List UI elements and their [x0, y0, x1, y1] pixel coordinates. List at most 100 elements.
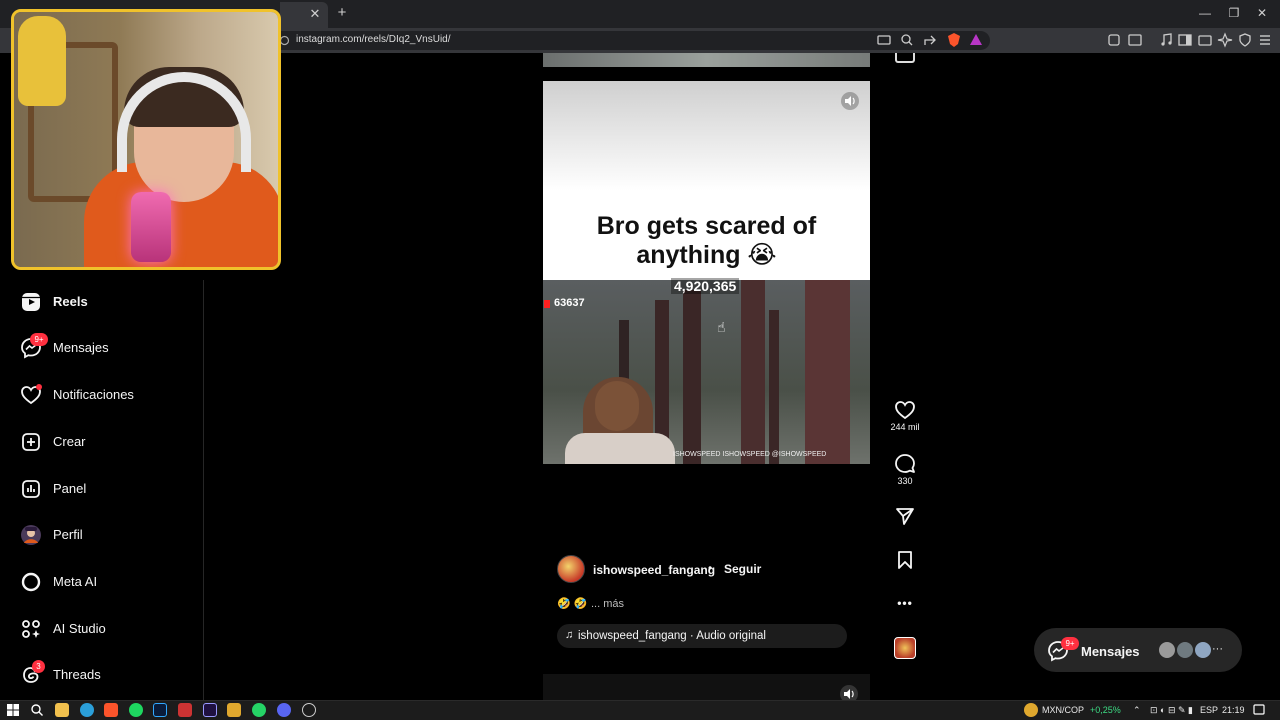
left-navigation: Reels 9+ Mensajes Notificaciones Crear P…	[0, 280, 204, 700]
premiere-icon[interactable]	[203, 703, 217, 717]
discord-icon[interactable]	[277, 703, 291, 717]
cast-icon[interactable]	[876, 32, 892, 48]
nav-label: Perfil	[53, 527, 83, 542]
window-minimize-button[interactable]: —	[1195, 4, 1215, 22]
mouse-cursor: ☝	[717, 319, 726, 335]
vpn-shield-icon[interactable]	[1237, 32, 1253, 48]
app-icon[interactable]	[178, 703, 192, 717]
ticker-symbol[interactable]: MXN/COP	[1042, 705, 1084, 715]
nav-item-reels[interactable]: Reels	[16, 285, 196, 321]
author-avatar[interactable]	[557, 555, 585, 583]
author-separator: •	[708, 561, 713, 575]
share-icon[interactable]	[922, 32, 938, 48]
url-text[interactable]: instagram.com/reels/DIq2_VnsUid/	[296, 34, 451, 45]
ticker-icon[interactable]	[1024, 703, 1038, 717]
message-avatar[interactable]	[1175, 640, 1195, 660]
like-button[interactable]: 244 mil	[889, 400, 921, 432]
reel-caption-text: Bro gets scared of anything 😭	[543, 212, 870, 270]
more-options-button[interactable]: •••	[889, 596, 921, 610]
nav-label: Mensajes	[53, 340, 109, 355]
search-icon[interactable]	[30, 703, 44, 717]
tray-icons[interactable]: ⊡ ◐ ⊟ ✎ ▮	[1150, 705, 1193, 716]
reels-icon	[22, 293, 40, 311]
nav-badge: 3	[32, 660, 45, 673]
nav-item-perfil[interactable]: Perfil	[16, 518, 196, 554]
meta-ai-icon	[21, 572, 41, 592]
nav-item-ai-studio[interactable]: AI Studio	[16, 612, 196, 648]
screenshot-icon[interactable]	[1127, 32, 1143, 48]
avatar-icon	[21, 525, 41, 545]
window-close-button[interactable]: ✕	[1252, 4, 1272, 22]
file-explorer-icon[interactable]	[55, 703, 69, 717]
caption-line: anything 😭	[636, 241, 777, 269]
messages-badge: 9+	[1061, 637, 1079, 650]
media-icon[interactable]	[1158, 32, 1174, 48]
previous-reel-preview[interactable]	[543, 53, 870, 67]
menu-icon[interactable]	[1257, 32, 1273, 48]
nav-label: Crear	[53, 434, 86, 449]
nav-label: Reels	[53, 294, 88, 309]
message-avatar[interactable]	[1157, 640, 1177, 660]
wallet-icon[interactable]	[1197, 32, 1213, 48]
nav-label: Meta AI	[53, 574, 98, 589]
edge-icon[interactable]	[80, 703, 94, 717]
nav-label: Panel	[53, 481, 87, 496]
messages-label: Mensajes	[1081, 644, 1140, 659]
brave-shield-icon[interactable]	[946, 32, 962, 48]
nav-label: Threads	[53, 667, 101, 682]
game-watermark: ISHOWSPEED ISHOWSPEED @ISHOWSPEED	[673, 451, 827, 458]
comment-button[interactable]: 330	[889, 453, 921, 486]
whatsapp-icon[interactable]	[252, 703, 266, 717]
like-count: 244 mil	[890, 422, 920, 432]
comment-count: 330	[897, 476, 913, 486]
windows-taskbar	[0, 700, 1280, 720]
windows-start-icon[interactable]	[6, 703, 20, 717]
audio-label[interactable]: ishowspeed_fangang · Audio original	[578, 630, 766, 642]
brave-rewards-icon[interactable]	[968, 32, 984, 48]
author-username[interactable]: ishowspeed_fangang	[593, 563, 715, 577]
nav-item-threads[interactable]: 3 Threads	[16, 658, 196, 694]
nav-item-notificaciones[interactable]: Notificaciones	[16, 378, 196, 414]
messages-more-icon[interactable]: ···	[1212, 643, 1223, 655]
spotify-icon[interactable]	[129, 703, 143, 717]
sidebar-icon[interactable]	[1177, 32, 1193, 48]
app-icon[interactable]	[302, 703, 316, 717]
mute-icon[interactable]	[840, 91, 860, 111]
audio-thumbnail[interactable]	[894, 637, 916, 659]
zoom-icon[interactable]	[899, 32, 915, 48]
nav-item-crear[interactable]: Crear	[16, 425, 196, 461]
share-button[interactable]	[889, 507, 921, 526]
follow-button[interactable]: Seguir	[720, 558, 765, 580]
extensions-icon[interactable]	[1106, 32, 1122, 48]
plus-square-icon	[22, 433, 40, 451]
save-button[interactable]	[889, 550, 921, 570]
description-more-link[interactable]: ... más	[591, 598, 624, 610]
brave-icon[interactable]	[104, 703, 118, 717]
photoshop-icon[interactable]	[153, 703, 167, 717]
previous-reel-action-icon[interactable]	[895, 53, 915, 63]
caption-line: Bro gets scared of	[596, 212, 817, 240]
new-tab-button[interactable]: +	[333, 4, 351, 22]
reel-video[interactable]: Bro gets scared of anything 😭 4,920,365 …	[543, 81, 870, 464]
music-note-icon: ♫	[565, 629, 574, 641]
heart-icon	[895, 401, 915, 420]
clock[interactable]: 21:19	[1222, 705, 1245, 715]
next-reel-preview[interactable]	[543, 674, 870, 700]
notification-center-icon[interactable]	[1252, 703, 1266, 717]
message-avatar[interactable]	[1193, 640, 1213, 660]
language-indicator[interactable]: ESP	[1200, 705, 1218, 715]
description-text: 🤣 🤣	[557, 598, 588, 610]
webcam-plush-toy	[18, 16, 66, 106]
nav-label: Notificaciones	[53, 387, 134, 402]
tray-chevron-icon[interactable]: ⌃	[1133, 705, 1141, 716]
leo-ai-icon[interactable]	[1217, 32, 1233, 48]
window-restore-button[interactable]: ❐	[1224, 4, 1244, 22]
nav-label: AI Studio	[53, 621, 106, 636]
tab-close-icon[interactable]: ✕	[306, 5, 324, 23]
app-icon[interactable]	[227, 703, 241, 717]
chart-icon	[22, 480, 40, 498]
nav-item-mensajes[interactable]: 9+ Mensajes	[16, 331, 196, 367]
ticker-change: +0,25%	[1090, 705, 1121, 715]
nav-item-meta-ai[interactable]: Meta AI	[16, 565, 196, 601]
nav-item-panel[interactable]: Panel	[16, 472, 196, 508]
